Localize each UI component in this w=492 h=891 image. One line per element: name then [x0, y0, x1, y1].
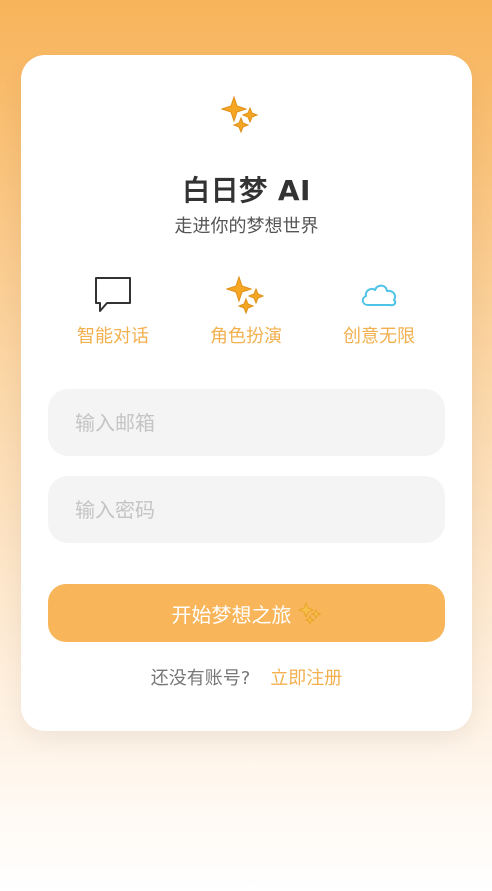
sparkles-logo-icon	[221, 95, 259, 134]
start-journey-button[interactable]: 开始梦想之旅	[48, 584, 445, 642]
feature-roleplay: 角色扮演	[181, 275, 311, 355]
sparkles-icon	[297, 601, 322, 625]
feature-creativity: 创意无限	[314, 275, 444, 355]
app-title: 白日梦 AI	[182, 174, 311, 207]
register-link[interactable]: 立即注册	[270, 668, 342, 689]
feature-list: 智能对话 角色扮演 创意无限	[21, 275, 472, 355]
login-card: 白日梦 AI 走进你的梦想世界 智能对话 角色扮演 创意无限 输入邮箱 开始梦想…	[21, 55, 472, 731]
password-field[interactable]	[75, 476, 425, 543]
start-journey-label: 开始梦想之旅	[171, 602, 292, 627]
speech-bubble-icon	[95, 277, 131, 312]
cloud-icon	[361, 284, 397, 307]
sparkles-icon	[226, 275, 265, 315]
email-field[interactable]	[75, 389, 425, 456]
feature-label: 创意无限	[343, 326, 415, 347]
signup-prompt: 还没有账号?	[150, 668, 251, 689]
feature-chat: 智能对话	[48, 275, 178, 355]
app-subtitle: 走进你的梦想世界	[174, 216, 319, 237]
signup-prompt-line: 还没有账号? 立即注册	[21, 667, 472, 691]
email-field-container	[48, 389, 445, 456]
feature-label: 智能对话	[77, 326, 149, 347]
feature-label: 角色扮演	[210, 326, 282, 347]
password-field-container	[48, 476, 445, 543]
